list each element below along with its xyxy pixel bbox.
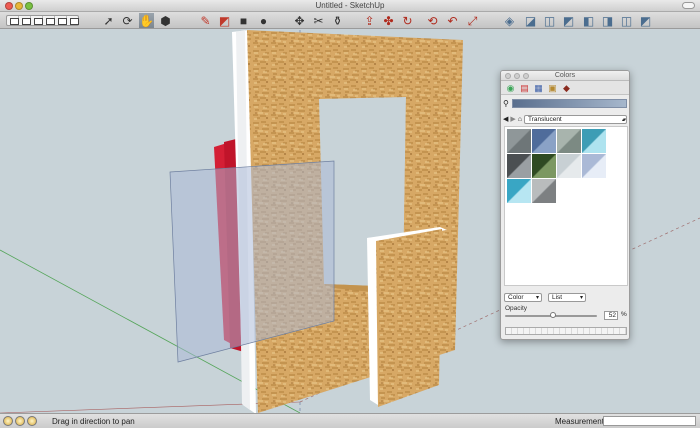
components-icon[interactable]: ⤢ (465, 13, 480, 28)
measurements-label: Measurements (555, 417, 608, 426)
material-swatch-grid (504, 126, 628, 286)
color-search-row: ⚲ (503, 98, 627, 108)
library-navigation: ◀ ▶ ⌂ Translucent (503, 114, 627, 124)
swatch-glass-dark-green[interactable] (532, 154, 556, 178)
swatch-glass-green-gray[interactable] (557, 129, 581, 153)
swatch-glass-blue-striped[interactable] (532, 129, 556, 153)
layer-5-icon[interactable]: ◨ (600, 13, 615, 28)
status-hint: Drag in direction to pan (52, 417, 135, 426)
swatch-glass-light-gray[interactable] (557, 154, 581, 178)
iso-view-icon[interactable] (7, 16, 19, 25)
back-arrow-icon[interactable]: ◀ (503, 115, 508, 123)
layer-3-icon[interactable]: ◩ (561, 13, 576, 28)
swatch-glass-smoke[interactable] (507, 154, 531, 178)
current-color-swatch[interactable] (511, 98, 627, 108)
home-icon[interactable]: ⌂ (518, 116, 522, 123)
color-sliders-icon[interactable]: ▤ (518, 82, 531, 94)
colors-panel-zoom-button[interactable] (523, 73, 529, 79)
standard-views-group (6, 15, 79, 26)
swatch-glass-cyan[interactable] (507, 179, 531, 203)
layer-4-icon[interactable]: ◧ (581, 13, 596, 28)
orbit-icon[interactable]: ⟳ (120, 13, 135, 28)
circle-icon[interactable]: ● (256, 13, 271, 28)
back-view-icon[interactable] (55, 16, 67, 25)
color-palettes-icon[interactable]: ▦ (532, 82, 545, 94)
forward-arrow-icon[interactable]: ▶ (510, 115, 515, 123)
library-select[interactable]: Translucent (524, 114, 627, 124)
zoom-extents-icon[interactable]: ⬢ (158, 13, 173, 28)
image-palettes-icon[interactable]: ▣ (546, 82, 559, 94)
status-bar: Drag in direction to pan Measurements (0, 413, 700, 428)
scale-icon[interactable]: ↶ (445, 13, 460, 28)
opacity-percent-sign: % (621, 311, 627, 318)
measurements-input[interactable] (603, 416, 696, 426)
follow-me-icon[interactable]: ↻ (400, 13, 415, 28)
colors-panel-minimize-button[interactable] (514, 73, 520, 79)
main-toolbar: ➚ ⟳ ✋ ⬢ ✎ ◩ ■ ● ✥ ✂ ⚱ ⇪ ✤ ↻ ⟲ ↶ ⤢ ◈ ◪ ◫ ◩ ◧ ◨ ◫ ◩ (0, 12, 700, 29)
pencil-icon[interactable]: ✎ (198, 13, 213, 28)
color-picker-modes: ◉ ▤ ▦ ▣ ◆ (501, 81, 629, 95)
layer-6-icon[interactable]: ◫ (619, 13, 634, 28)
colors-panel-close-button[interactable] (505, 73, 511, 79)
left-view-icon[interactable] (67, 16, 79, 25)
layer-1-icon[interactable]: ◪ (523, 13, 538, 28)
opacity-slider-knob[interactable] (549, 312, 556, 318)
color-wells-strip[interactable] (505, 327, 627, 335)
window-title: Untitled - SketchUp (315, 1, 385, 10)
color-mode-select[interactable]: Color (504, 293, 542, 302)
layer-2-icon[interactable]: ◫ (542, 13, 557, 28)
toolbar-toggle-button[interactable] (682, 2, 695, 9)
rectangle-icon[interactable]: ■ (236, 13, 251, 28)
swatch-glass-speckled[interactable] (532, 179, 556, 203)
magnifier-icon[interactable]: ⚲ (503, 99, 509, 108)
title-bar: Untitled - SketchUp (0, 0, 700, 12)
layer-7-icon[interactable]: ◩ (638, 13, 653, 28)
section-plane-icon[interactable]: ◈ (502, 13, 517, 28)
push-pull-icon[interactable]: ⇪ (362, 13, 377, 28)
front-view-icon[interactable] (31, 16, 43, 25)
opacity-label: Opacity (505, 305, 528, 312)
swatch-glass-pale-blue[interactable] (582, 154, 606, 178)
crayons-icon[interactable]: ◆ (560, 82, 573, 94)
eraser-icon[interactable]: ◩ (217, 13, 232, 28)
geo-location-icon[interactable] (3, 416, 13, 426)
tape-measure-icon[interactable]: ✂ (311, 13, 326, 28)
credits-icon[interactable] (15, 416, 25, 426)
select-arrow-icon[interactable]: ➚ (101, 13, 116, 28)
view-mode-select[interactable]: List (548, 293, 586, 302)
opacity-value-field[interactable]: 52 (604, 311, 618, 320)
opacity-slider[interactable] (505, 312, 597, 318)
offset-icon[interactable]: ⟲ (425, 13, 440, 28)
move-icon[interactable]: ✥ (292, 13, 307, 28)
top-view-icon[interactable] (19, 16, 31, 25)
colors-panel-title: Colors (501, 71, 629, 81)
paint-bucket-icon[interactable]: ⚱ (330, 13, 345, 28)
help-icon[interactable] (27, 416, 37, 426)
small-board (376, 229, 442, 407)
rotate-icon[interactable]: ✤ (381, 13, 396, 28)
pan-hand-icon[interactable]: ✋ (139, 13, 154, 28)
panel-dropdowns: Color List (504, 293, 628, 303)
swatch-glass-teal[interactable] (582, 129, 606, 153)
right-view-icon[interactable] (43, 16, 55, 25)
color-wheel-icon[interactable]: ◉ (504, 82, 517, 94)
swatch-tile-gray-checker[interactable] (507, 129, 531, 153)
colors-panel: Colors ◉ ▤ ▦ ▣ ◆ ⚲ ◀ ▶ ⌂ Translucent Col… (500, 70, 630, 340)
